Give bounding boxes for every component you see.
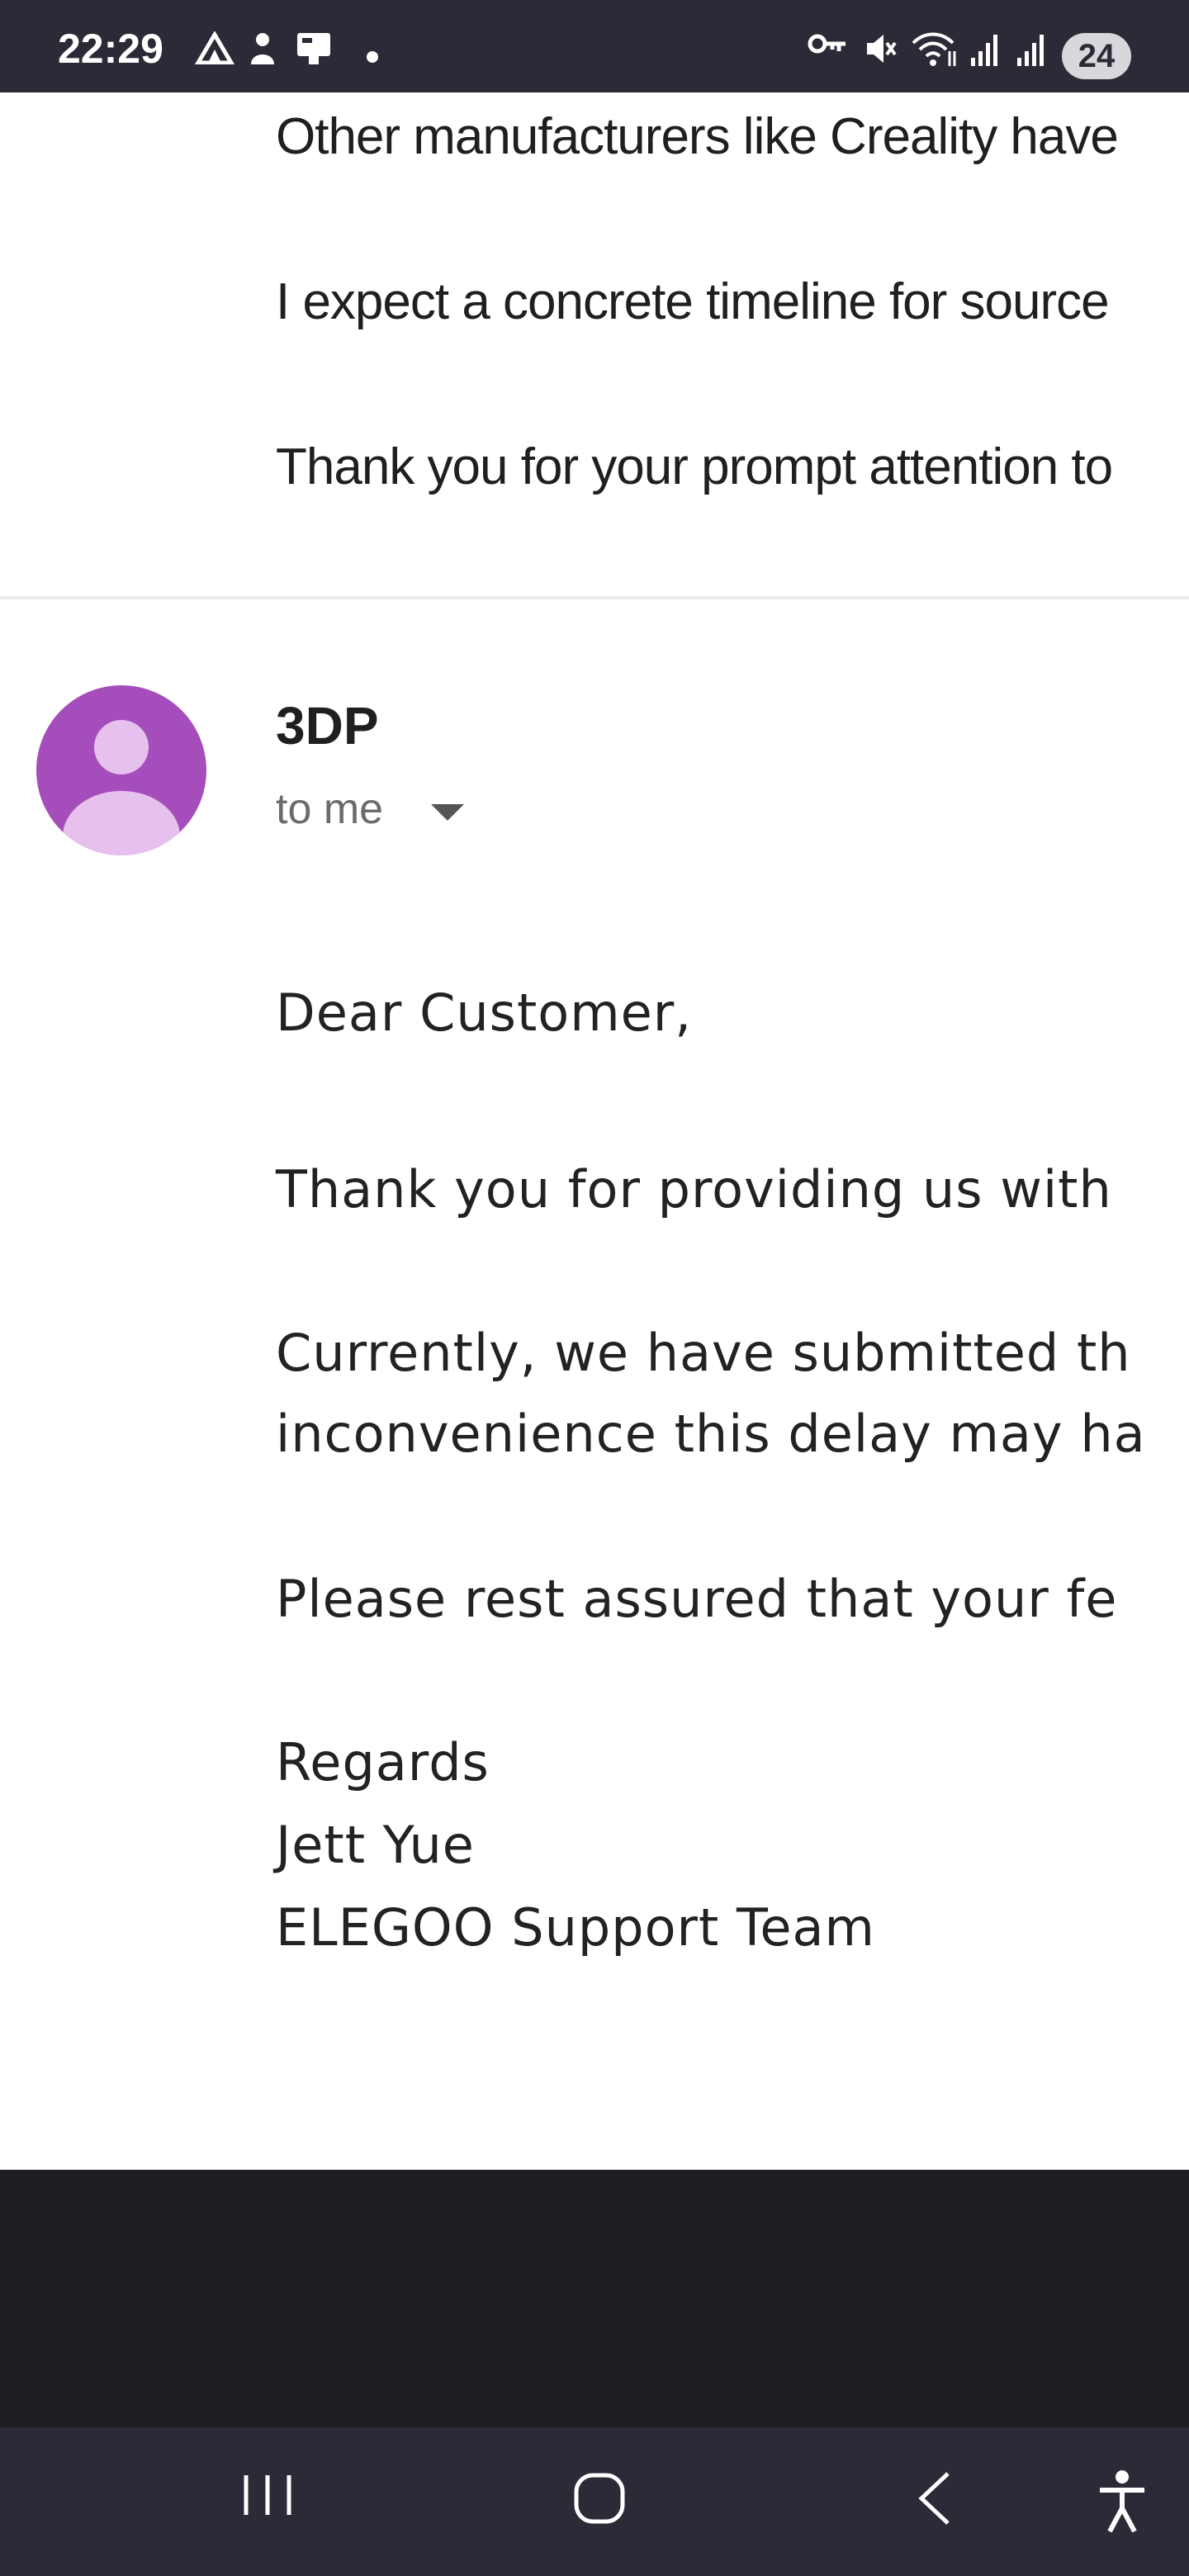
- mute-icon: [867, 35, 897, 63]
- wifi-icon: [912, 32, 956, 66]
- signal-icon: [971, 35, 997, 66]
- phone-icon: [297, 33, 330, 64]
- home-icon[interactable]: [570, 2469, 629, 2528]
- status-bar: 22:29 24: [0, 0, 1189, 92]
- signer-name: Jett Yue: [276, 1815, 475, 1875]
- clock: 22:29: [58, 26, 163, 72]
- battery-icon: 24: [1062, 33, 1131, 79]
- navigation-bar: [0, 2427, 1189, 2576]
- message-paragraph: Please rest assured that your fe: [276, 1569, 1118, 1629]
- dark-footer-area: [0, 2170, 1189, 2427]
- previous-message-line: Thank you for your prompt attention to: [276, 438, 1113, 495]
- accessibility-icon[interactable]: [1095, 2469, 1149, 2535]
- message-paragraph: Currently, we have submitted th: [276, 1323, 1131, 1383]
- chevron-down-icon[interactable]: [431, 804, 464, 821]
- avatar-body-shape: [63, 791, 180, 855]
- message-divider: [0, 596, 1189, 599]
- previous-message-line: I expect a concrete timeline for source: [276, 273, 1110, 330]
- recent-apps-icon[interactable]: [239, 2469, 299, 2522]
- person-icon: [251, 33, 274, 64]
- message-paragraph: inconvenience this delay may ha: [276, 1404, 1146, 1464]
- message-signoff: Regards: [276, 1732, 490, 1792]
- home-app-icon: [195, 31, 234, 64]
- sender-name[interactable]: 3DP: [276, 695, 379, 756]
- message-greeting: Dear Customer,: [276, 983, 692, 1043]
- email-thread[interactable]: Other manufacturers like Creality have I…: [0, 92, 1189, 2170]
- signal-icon-2: [1017, 35, 1044, 66]
- message-paragraph: Thank you for providing us with: [276, 1159, 1112, 1219]
- previous-message-line: Other manufacturers like Creality have: [276, 108, 1119, 165]
- key-icon: [808, 34, 846, 54]
- notification-dot: [367, 51, 378, 63]
- signer-team: ELEGOO Support Team: [276, 1897, 875, 1958]
- recipient-label[interactable]: to me: [276, 784, 383, 834]
- avatar-head-shape: [94, 720, 149, 774]
- sender-avatar[interactable]: [36, 685, 206, 855]
- back-icon[interactable]: [910, 2469, 959, 2528]
